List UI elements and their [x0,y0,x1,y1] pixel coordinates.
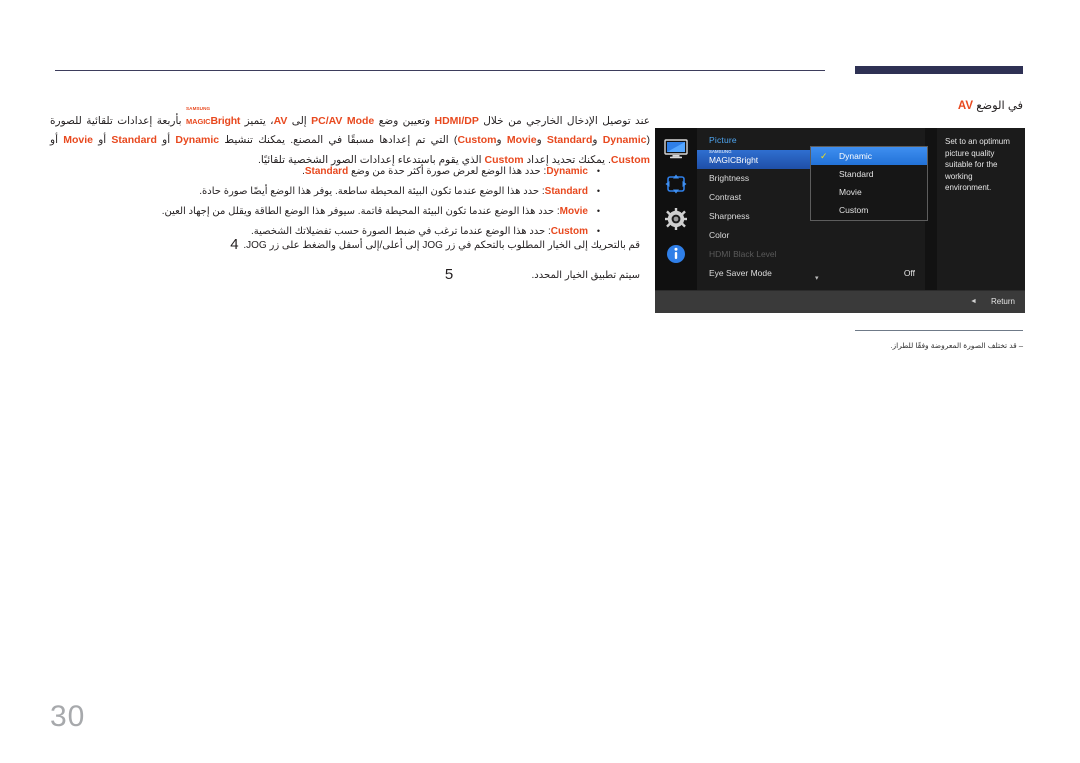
intro-term-standard-2: Standard [111,134,157,146]
osd-top-area: Picture SAMSUNG MAGICBright Brightness Co… [655,128,1025,291]
osd-item-label: Sharpness [709,211,750,221]
intro-seg-11: أو [92,134,112,146]
osd-item-color[interactable]: Color [697,226,925,245]
bullet-term: Dynamic [546,166,588,177]
intro-term-movie: Movie [506,134,537,146]
step-item: قم بالتحريك إلى الخيار المطلوب بالتحكم ف… [230,237,640,254]
intro-term-av: AV [273,114,288,127]
osd-return-label: Return [990,297,1015,307]
bullet-term-2: Standard [304,166,349,177]
intro-seg-7: و [536,134,547,146]
intro-term-dynamic-2: Dynamic [175,134,220,146]
osd-item-label: Color [709,230,730,240]
intro-term-movie-2: Movie [63,134,93,146]
osd-submenu-item-movie[interactable]: Movie [811,183,927,201]
chevron-down-icon[interactable]: ▾ [815,275,819,282]
step-text: سيتم تطبيق الخيار المحدد. [531,270,640,281]
osd-return-button[interactable]: ◄ Return [970,291,1015,313]
page-title-highlight: AV [957,100,973,112]
footnote: ‒ قد تختلف الصورة المعروضة وفقًا للطراز. [890,341,1023,350]
osd-item-value: Off [903,268,915,278]
bullet-text: : حدد هذا الوضع عندما تكون البيئة المحيط… [161,206,560,217]
osd-item-label: Brightness [709,173,750,183]
intro-seg-8: و [496,134,507,146]
info-icon[interactable] [663,241,689,267]
header-rule-thin [55,70,825,71]
osd-submenu-label: Dynamic [839,151,873,161]
intro-term-hdmi: HDMI/DP [434,114,479,127]
osd-submenu-label: Movie [839,187,862,197]
osd-item-label: Eye Saver Mode [709,268,772,278]
list-item: Movie: حدد هذا الوضع عندما تكون البيئة ا… [162,201,600,222]
page-number: 30 [50,700,86,733]
magicbright-samsung: SAMSUNG [186,105,211,111]
footnote-divider [855,330,1023,331]
gear-icon[interactable] [663,206,689,232]
magicbright-logo: SAMSUNG MAGICBright [186,106,241,132]
bullet-term: Custom [550,226,588,237]
intro-seg-6: و [592,134,603,146]
osd-description-panel: Set to an optimum picture quality suitab… [937,128,1025,291]
osd-submenu-item-custom[interactable]: Custom [811,201,927,219]
osd-menu: Picture SAMSUNG MAGICBright Brightness Co… [655,128,1025,313]
intro-seg-4: ، يتميز [240,114,274,127]
intro-term-dynamic: Dynamic [602,134,647,146]
magicbright-magic: MAGIC [186,116,211,126]
intro-term-pcav: PC/AV Mode [311,114,375,127]
mode-description-list: Dynamic: حدد هذا الوضع لعرض صورة أكثر حد… [162,161,640,242]
bullet-term: Standard [544,186,588,197]
osd-item-hdmi-black-level: HDMI Black Level [697,245,925,264]
magicbright-bright: Bright [210,114,241,127]
magicbright-bright: Bright [735,154,759,165]
step-number: 5 [444,266,454,283]
bullet-text: : حدد هذا الوضع لعرض صورة أكثر حدة من وض… [348,166,547,177]
back-arrow-icon: ◄ [970,298,977,305]
intro-term-standard: Standard [546,134,593,146]
intro-seg-3: إلى [287,114,312,127]
bullet-text: : حدد هذا الوضع عندما تكون البيئة المحيط… [199,186,545,197]
move-arrows-icon[interactable] [663,171,689,197]
page-title-text: في الوضع [973,100,1023,112]
osd-item-eye-saver-mode[interactable]: Eye Saver Mode Off ▾ [697,264,925,283]
list-item: Standard: حدد هذا الوضع عندما تكون البيئ… [199,181,600,202]
intro-seg-1: عند توصيل الإدخال الخارجي من خلال [478,114,651,127]
osd-icon-rail [655,128,697,291]
osd-submenu-label: Standard [839,169,874,179]
osd-item-label: Contrast [709,192,742,202]
step-number: 4 [230,236,239,253]
monitor-icon[interactable] [663,136,689,162]
page-title: في الوضع AV [958,98,1023,112]
bullet-text: : حدد هذا الوضع عندما ترغب في ضبط الصورة… [250,226,551,237]
bullet-term: Movie [559,206,588,217]
intro-term-custom: Custom [457,134,497,146]
osd-submenu-magicbright: ✓ Dynamic Standard Movie Custom [810,146,928,221]
osd-item-label: HDMI Black Level [709,249,777,259]
magicbright-label: SAMSUNG MAGICBright [709,149,759,165]
intro-seg-12: أو [50,134,64,146]
step-item: سيتم تطبيق الخيار المحدد. 5 [440,266,640,284]
check-icon: ✓ [820,151,828,161]
magicbright-samsung: SAMSUNG [709,148,732,154]
osd-submenu-label: Custom [839,205,869,215]
intro-seg-10: أو [156,134,176,146]
header-rule-thick [855,66,1023,74]
osd-submenu-item-standard[interactable]: Standard [811,165,927,183]
intro-seg-2: وتعيين وضع [374,114,435,127]
osd-bottom-bar: ◄ Return [655,290,1025,313]
magicbright-magic: MAGIC [709,154,736,165]
manual-page: في الوضع AV عند توصيل الإدخال الخارجي من… [0,0,1080,763]
intro-seg-9: ) التي تم إعدادها مسبقًا في المصنع. يمكن… [219,134,458,146]
numbered-steps: قم بالتحريك إلى الخيار المطلوب بالتحكم ف… [230,237,640,298]
list-item: Dynamic: حدد هذا الوضع لعرض صورة أكثر حد… [302,161,600,182]
osd-submenu-item-dynamic[interactable]: ✓ Dynamic [811,147,927,165]
step-text: قم بالتحريك إلى الخيار المطلوب بالتحكم ف… [243,240,640,251]
